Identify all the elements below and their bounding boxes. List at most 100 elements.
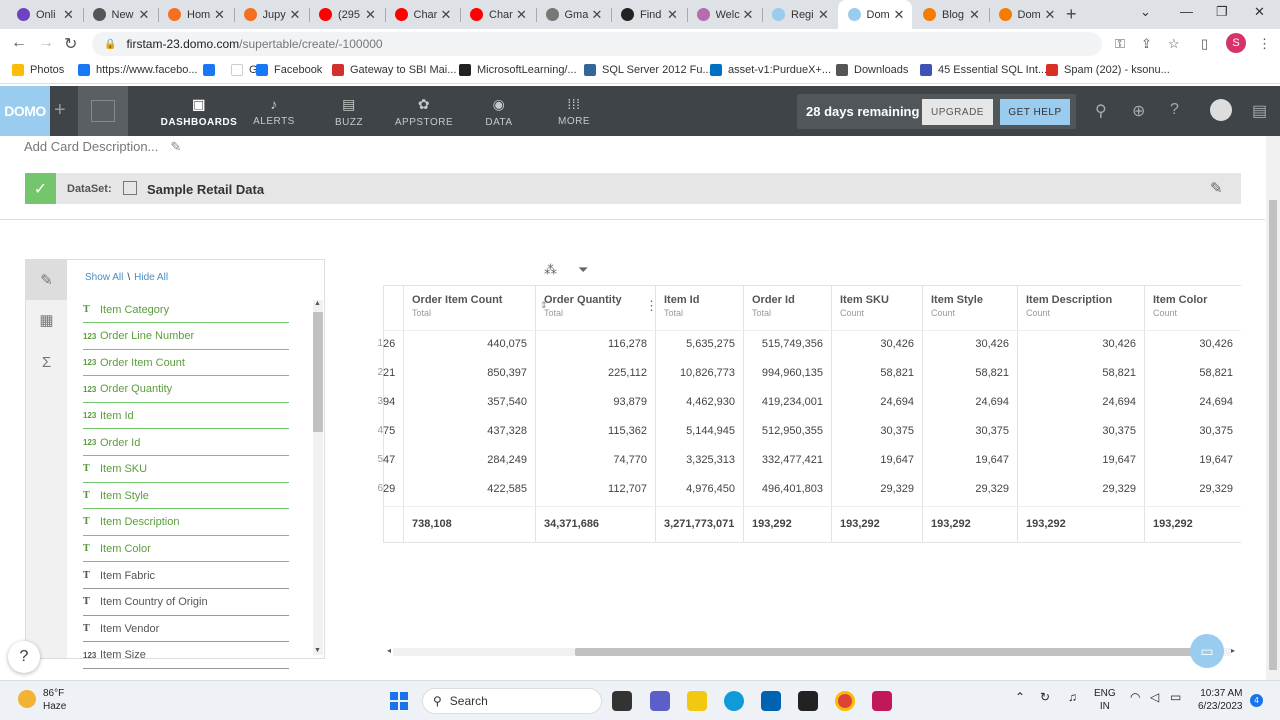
file-explorer-icon[interactable] [687, 691, 707, 711]
field-item[interactable]: T Item SKU [83, 457, 289, 483]
field-item[interactable]: 123 Order Id [83, 430, 289, 456]
windows-start-icon[interactable] [390, 692, 408, 710]
field-item[interactable]: T Item Category [83, 297, 289, 323]
browser-tab[interactable]: Blog ✕ [913, 0, 988, 29]
field-item[interactable]: T Item Vendor [83, 616, 289, 643]
browser-tab[interactable]: Gma ✕ [536, 0, 611, 29]
help-button[interactable]: ? [8, 641, 40, 673]
side-panel-icon[interactable]: ▯ [1201, 36, 1208, 52]
bookmark-item[interactable]: Spam (202) - ksonu... [1046, 64, 1170, 76]
nav-data[interactable]: ◉ DATA [459, 96, 539, 128]
edge-icon[interactable] [724, 691, 744, 711]
close-tab-icon[interactable]: ✕ [62, 7, 76, 23]
browser-tab[interactable]: Find ✕ [611, 0, 686, 29]
bookmark-item[interactable]: Facebook [256, 64, 322, 76]
scroll-left-icon[interactable]: ◂ [387, 646, 391, 655]
new-tab-button[interactable]: + [1066, 4, 1077, 25]
close-tab-icon[interactable]: ✕ [817, 7, 831, 23]
bookmark-item[interactable]: 45 Essential SQL Int... [920, 64, 1047, 76]
sort-icon[interactable]: ⇕ [540, 300, 548, 311]
filter-icon[interactable]: ⏷ [578, 262, 588, 278]
bookmark-item[interactable]: Downloads [836, 64, 908, 76]
help-circle-icon[interactable]: ? [1170, 101, 1179, 119]
browser-tab[interactable]: Regi ✕ [762, 0, 837, 29]
mic-icon[interactable]: ♫ [1068, 691, 1077, 704]
table-horizontal-scrollbar[interactable]: ◂ ▸ [383, 646, 1241, 658]
scroll-right-icon[interactable]: ▸ [1231, 646, 1235, 655]
bookmark-item[interactable] [203, 64, 221, 76]
nav-buzz[interactable]: ▤ BUZZ [309, 96, 389, 128]
page-thumbnail[interactable] [78, 86, 128, 136]
column-header[interactable]: Item SKU [840, 294, 889, 306]
scroll-down-icon[interactable]: ▼ [314, 647, 321, 654]
bookmark-item[interactable]: SQL Server 2012 Fu... [584, 64, 712, 76]
field-item[interactable]: 123 Item Id [83, 403, 289, 430]
pencil-tab-icon[interactable]: ✎ [26, 260, 67, 300]
profile-avatar[interactable]: S [1226, 33, 1246, 53]
field-item[interactable]: 123 Order Quantity [83, 377, 289, 403]
browser-tab[interactable]: Hom ✕ [158, 0, 233, 29]
browser-tab[interactable]: Welc ✕ [687, 0, 762, 29]
close-tab-icon[interactable]: ✕ [364, 7, 378, 23]
task-view-icon[interactable] [612, 691, 632, 711]
close-tab-icon[interactable]: ✕ [439, 7, 453, 23]
clock[interactable]: 10:37 AM 6/23/2023 [1198, 687, 1243, 713]
browser-tab[interactable]: Dom ✕ [837, 0, 912, 29]
column-header[interactable]: Order Quantity [544, 294, 622, 306]
nav-more[interactable]: ⁞⁞⁞ MORE [534, 96, 614, 127]
close-tab-icon[interactable]: ✕ [515, 7, 529, 23]
scroll-up-icon[interactable]: ▲ [314, 300, 321, 307]
close-tab-icon[interactable]: ✕ [666, 7, 680, 23]
table-tab-icon[interactable]: ▦ [26, 300, 67, 340]
close-tab-icon[interactable]: ✕ [213, 7, 227, 23]
bookmark-item[interactable]: MicrosoftLearning/... [459, 64, 577, 76]
get-help-button[interactable]: GET HELP [1000, 99, 1070, 125]
minimize-button[interactable]: — [1180, 4, 1193, 19]
column-header[interactable]: Item Style [931, 294, 983, 306]
column-header[interactable]: Item Id [664, 294, 699, 306]
field-item[interactable]: T Item Color [83, 536, 289, 563]
browser-tab[interactable]: Char ✕ [385, 0, 460, 29]
series-icon[interactable]: ⁂ [544, 262, 557, 278]
sigma-tab-icon[interactable]: Σ [26, 342, 67, 382]
close-tab-icon[interactable]: ✕ [892, 7, 906, 23]
edit-dataset-icon[interactable]: ✎ [1210, 179, 1223, 197]
close-tab-icon[interactable]: ✕ [1043, 7, 1057, 23]
volume-icon[interactable]: ◁ [1150, 691, 1159, 704]
browser-tab[interactable]: Char ✕ [460, 0, 535, 29]
bookmark-star-icon[interactable]: ☆ [1168, 36, 1180, 52]
hide-all-link[interactable]: Hide All [134, 272, 168, 283]
bookmark-item[interactable]: asset-v1:PurdueX+... [710, 64, 831, 76]
browser-tab[interactable]: Jupy ✕ [234, 0, 309, 29]
menu-kebab-icon[interactable]: ⋮ [1258, 36, 1271, 52]
field-item[interactable]: T Item Country of Origin [83, 590, 289, 616]
store-icon[interactable] [761, 691, 781, 711]
chat-widget-icon[interactable]: ▭ [1190, 634, 1224, 668]
reload-icon[interactable]: ↻ [64, 34, 77, 54]
column-header[interactable]: Order Id [752, 294, 795, 306]
search-icon[interactable]: ⚲ [1095, 101, 1107, 121]
teams-icon[interactable] [650, 691, 670, 711]
column-header[interactable]: Item Color [1153, 294, 1207, 306]
domo-logo[interactable]: DOMO [0, 86, 50, 136]
chrome-icon[interactable] [835, 691, 855, 711]
close-tab-icon[interactable]: ✕ [590, 7, 604, 23]
field-item[interactable]: T Item Description [83, 510, 289, 536]
tab-search-icon[interactable]: ⌄ [1140, 4, 1151, 20]
pencil-icon[interactable]: ✎ [170, 139, 181, 154]
battery-icon[interactable]: ▭ [1170, 691, 1181, 704]
column-menu-icon[interactable]: ⋮ [645, 298, 658, 314]
upgrade-button[interactable]: UPGRADE [922, 99, 993, 125]
wifi-icon[interactable]: ◠ [1130, 691, 1140, 704]
close-tab-icon[interactable]: ✕ [137, 7, 151, 23]
key-icon[interactable]: ⚿ [1115, 36, 1125, 52]
bookmark-item[interactable]: https://www.facebo... [78, 64, 198, 76]
sync-icon[interactable]: ↻ [1040, 691, 1050, 704]
tray-chevron-icon[interactable]: ⌃ [1015, 691, 1025, 704]
add-icon[interactable]: + [54, 99, 66, 122]
browser-tab[interactable]: (295 ✕ [309, 0, 384, 29]
app-icon[interactable] [872, 691, 892, 711]
close-tab-icon[interactable]: ✕ [741, 7, 755, 23]
bookmark-item[interactable]: G [231, 64, 258, 76]
page-scrollbar[interactable] [1266, 136, 1280, 680]
